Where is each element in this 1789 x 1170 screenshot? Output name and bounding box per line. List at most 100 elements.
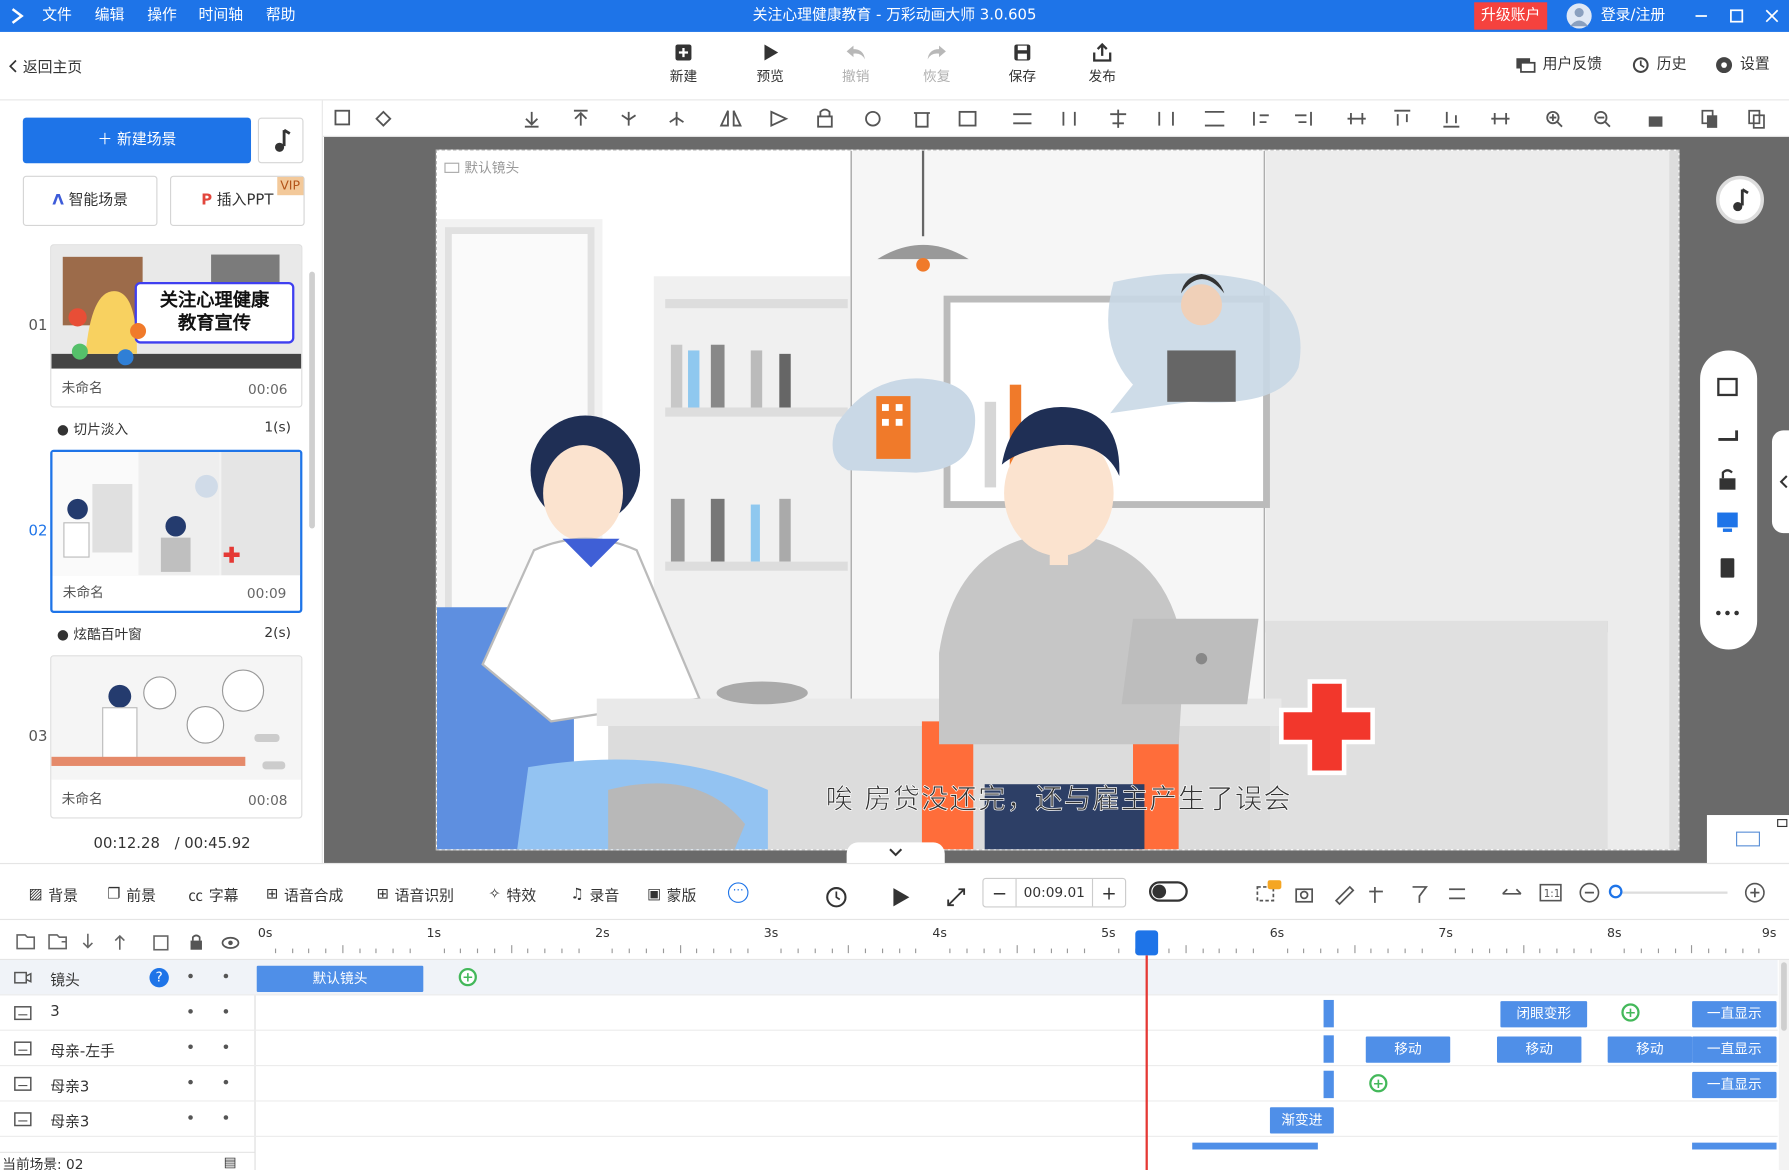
add-keyframe-icon[interactable]: + — [458, 967, 477, 987]
transition-1[interactable]: ● 切片淡入 1(s) — [57, 419, 291, 438]
timeline-ruler[interactable]: 0s 1s 2s 3s 4s 5s 6s 7s 8s 9s — [0, 921, 1789, 961]
record-button[interactable]: ♫ 录音 — [571, 884, 620, 905]
track-lock-dot[interactable] — [188, 1009, 193, 1014]
zoom-slider-track[interactable] — [1613, 891, 1728, 894]
add-keyframe-icon[interactable]: + — [1621, 1003, 1640, 1022]
maximize-icon[interactable] — [1719, 0, 1753, 32]
playhead[interactable] — [1135, 930, 1158, 1170]
back-home-link[interactable]: 返回主页 — [7, 55, 82, 76]
insert-ppt-button[interactable]: P 插入PPT VIP — [170, 175, 305, 227]
animation-clip[interactable]: 一直显示 — [1692, 1071, 1777, 1099]
redo-button[interactable]: 恢复 — [908, 41, 965, 86]
decrease-time-button[interactable]: − — [984, 882, 1016, 904]
increase-time-button[interactable]: + — [1093, 882, 1125, 904]
zoom-out-icon[interactable] — [1578, 881, 1601, 904]
menu-operate[interactable]: 操作 — [147, 0, 177, 32]
menu-help[interactable]: 帮助 — [266, 0, 296, 32]
track-visibility-dot[interactable] — [223, 973, 229, 979]
ratio-1-1-icon[interactable]: 1:1 — [1538, 881, 1563, 904]
menu-edit[interactable]: 编辑 — [95, 0, 125, 32]
track-mother3-b[interactable]: 母亲3 渐变进 — [0, 1102, 1778, 1137]
ruler-scale[interactable]: 0s 1s 2s 3s 4s 5s 6s 7s 8s 9s — [258, 921, 1778, 960]
mobile-view-icon[interactable] — [1720, 558, 1735, 578]
animation-clip[interactable]: 一直显示 — [1692, 1001, 1777, 1028]
animation-clip[interactable]: 一直显示 — [1692, 1036, 1777, 1063]
timeline-scrollbar[interactable] — [1778, 960, 1789, 1170]
track-mother-left-hand[interactable]: 母亲-左手 移动 移动 移动 一直显示 — [0, 1031, 1778, 1067]
new-button[interactable]: 新建 — [655, 41, 712, 86]
track-lock-dot[interactable] — [188, 1079, 193, 1085]
track-visibility-dot[interactable] — [223, 1044, 229, 1050]
undo-button[interactable]: 撤销 — [827, 41, 884, 86]
track-lock-dot[interactable] — [188, 1115, 193, 1120]
canvas-music-button[interactable] — [1716, 175, 1764, 224]
transition-2[interactable]: ● 炫酷百叶窗 2(s) — [57, 624, 291, 643]
add-keyframe-icon[interactable]: + — [1369, 1074, 1388, 1093]
track-lock-dot[interactable] — [188, 973, 193, 979]
fullscreen-icon[interactable] — [1717, 377, 1738, 397]
menu-file[interactable]: 文件 — [42, 0, 72, 32]
track-visibility-dot[interactable] — [223, 1115, 229, 1120]
play-icon[interactable] — [888, 885, 913, 910]
expand-icon[interactable] — [945, 886, 968, 909]
more-tools-icon[interactable]: ··· — [727, 882, 749, 903]
animation-marker[interactable] — [1323, 1070, 1334, 1099]
caption-button[interactable]: ㏄字幕 — [188, 884, 238, 905]
time-stepper[interactable]: − 00:09.01 + — [982, 877, 1127, 908]
speech-recognition-button[interactable]: ⊞ 语音识别 — [377, 884, 454, 905]
rotate-icon[interactable] — [1718, 430, 1739, 441]
scene-card-01[interactable]: 关注心理健康 教育宣传 未命名 00:06 — [50, 244, 303, 408]
desktop-view-icon[interactable] — [1717, 512, 1738, 532]
expand-canvas-button[interactable] — [846, 842, 945, 863]
collapse-panel-tab[interactable] — [1771, 430, 1789, 534]
scene-illustration[interactable] — [437, 150, 1680, 851]
animation-clip[interactable]: 移动 — [1607, 1036, 1693, 1063]
upgrade-account-button[interactable]: 升级账户 — [1474, 2, 1548, 30]
subtitle-text[interactable]: 唉 房贷没还完，还与雇主产生了误会 — [437, 776, 1678, 816]
history-link[interactable]: 历史 — [1632, 53, 1686, 78]
more-icon[interactable] — [1716, 610, 1739, 616]
scene-card-03[interactable]: 未命名 00:08 — [50, 655, 303, 819]
menu-timeline[interactable]: 时间轴 — [199, 0, 244, 32]
background-button[interactable]: ▨ 背景 — [29, 884, 78, 905]
settings-link[interactable]: 设置 — [1715, 53, 1770, 78]
track-3[interactable]: 3 闭眼变形 + 一直显示 — [0, 995, 1778, 1031]
alignment-tools-icon[interactable] — [323, 100, 1789, 137]
track-tools-icon[interactable] — [11, 930, 251, 953]
mask-button[interactable]: ▣ 蒙版 — [647, 884, 696, 905]
save-button[interactable]: 保存 — [994, 41, 1051, 86]
minimize-icon[interactable] — [1684, 0, 1718, 32]
animation-clip[interactable]: 移动 — [1365, 1036, 1451, 1063]
smart-scene-button[interactable]: ᐱ 智能场景 — [22, 175, 158, 227]
track-camera[interactable]: 镜头 ? 默认镜头 + — [0, 960, 1778, 996]
feedback-link[interactable]: 用户反馈 — [1515, 53, 1602, 78]
animation-clip[interactable]: 闭眼变形 — [1500, 1001, 1588, 1028]
timeline-edit-tools[interactable] — [1254, 880, 1528, 907]
close-icon[interactable] — [1755, 0, 1789, 32]
replay-icon[interactable] — [824, 885, 849, 910]
music-note-button[interactable] — [257, 117, 304, 164]
tts-button[interactable]: ⊞ 语音合成 — [266, 884, 343, 905]
lock-icon[interactable] — [1719, 469, 1736, 490]
animation-clip[interactable]: 渐变进 — [1269, 1107, 1334, 1134]
time-value[interactable]: 00:09.01 — [1015, 878, 1094, 907]
help-icon[interactable]: ? — [149, 967, 169, 988]
list-view-icon[interactable]: ▤ — [224, 1154, 237, 1170]
login-register-link[interactable]: 登录/注册 — [1601, 0, 1665, 32]
publish-button[interactable]: 发布 — [1074, 41, 1131, 86]
camera-clip[interactable]: 默认镜头 — [256, 965, 424, 992]
animation-clip[interactable]: 移动 — [1496, 1036, 1582, 1063]
scene-card-02[interactable]: 未命名 00:09 — [50, 449, 303, 613]
toggle-switch[interactable] — [1148, 881, 1188, 902]
minimap-toggle[interactable] — [1706, 815, 1789, 863]
stage-frame[interactable]: 默认镜头 唉 房贷没还完，还与雇主产生了误会 — [435, 149, 1680, 851]
user-avatar-icon[interactable] — [1566, 3, 1592, 29]
track-visibility-dot[interactable] — [223, 1079, 229, 1085]
zoom-slider-handle[interactable] — [1608, 884, 1623, 899]
animation-marker[interactable] — [1323, 1035, 1334, 1063]
zoom-in-icon[interactable] — [1743, 881, 1766, 904]
new-scene-button[interactable]: ＋ 新建场景 — [22, 117, 252, 164]
effects-button[interactable]: ✧ 特效 — [488, 884, 536, 905]
playhead-handle[interactable] — [1135, 930, 1158, 956]
track-mother3-a[interactable]: 母亲3 + 一直显示 — [0, 1066, 1778, 1102]
